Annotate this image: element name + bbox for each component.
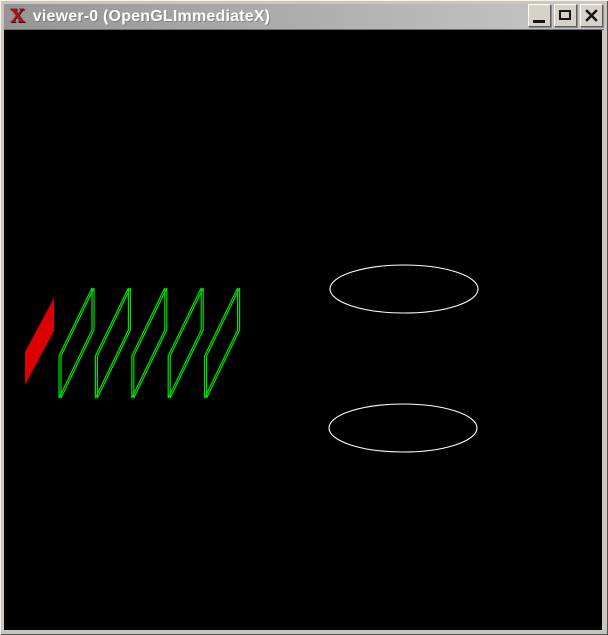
titlebar[interactable]: X viewer-0 (OpenGLImmediateX) (4, 4, 604, 30)
minimize-button[interactable] (528, 4, 551, 27)
red-parallelogram (25, 298, 54, 385)
close-icon (584, 8, 599, 23)
x-window-logo-icon[interactable]: X (10, 7, 25, 26)
viewport-canvas[interactable] (4, 30, 602, 630)
white-ellipse-1 (330, 265, 478, 313)
white-ellipse-2 (329, 404, 477, 452)
maximize-button[interactable] (554, 4, 577, 27)
close-button[interactable] (580, 4, 603, 27)
window-controls (528, 4, 603, 27)
minimize-icon (533, 20, 545, 23)
maximize-icon (559, 10, 571, 20)
opengl-viewport[interactable] (4, 30, 602, 630)
viewer-window: X viewer-0 (OpenGLImmediateX) (0, 0, 608, 635)
window-title: viewer-0 (OpenGLImmediateX) (33, 8, 270, 26)
